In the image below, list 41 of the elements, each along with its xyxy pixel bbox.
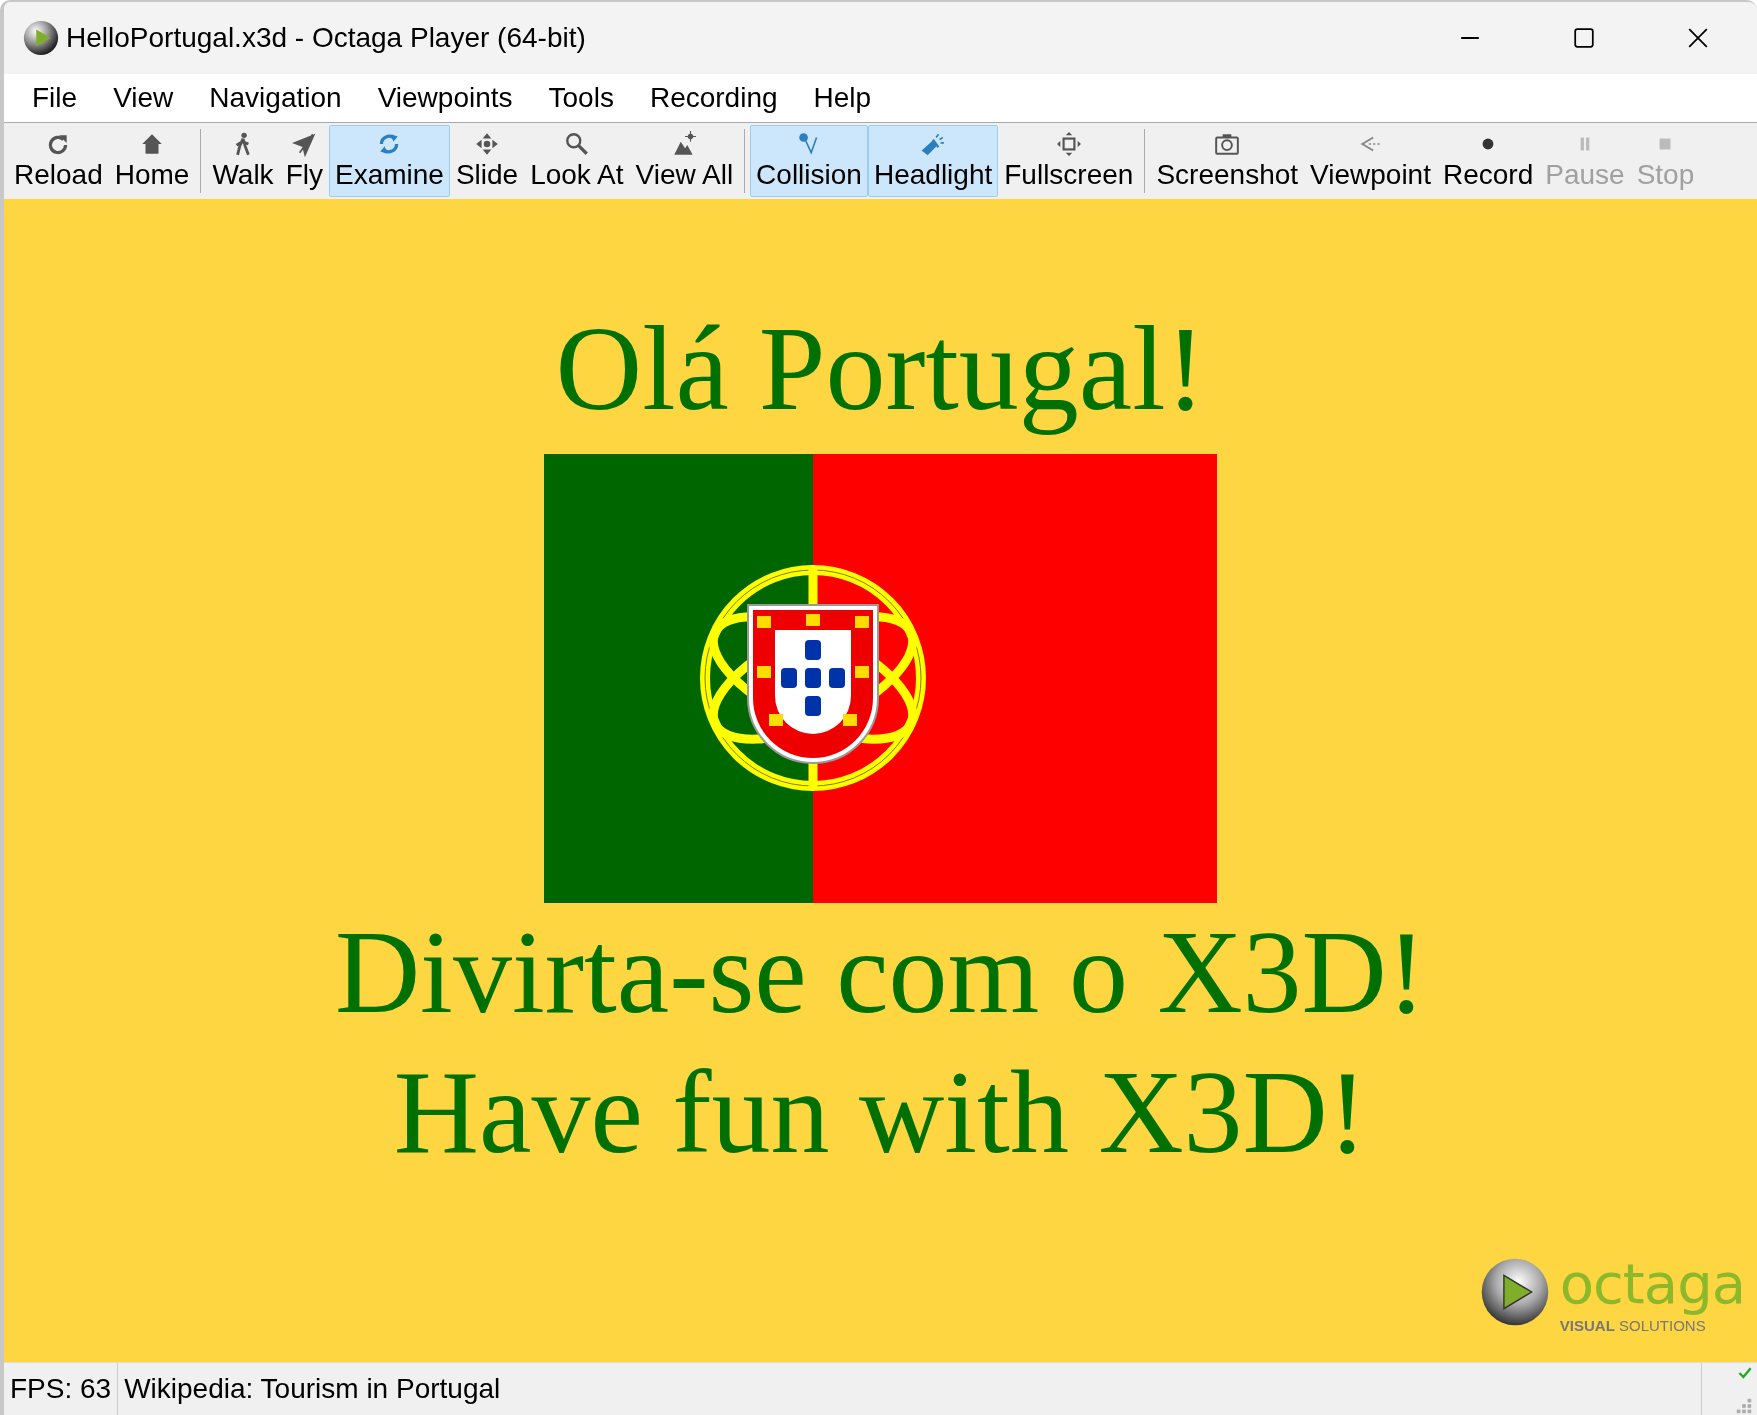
fullscreen-icon <box>1055 131 1082 157</box>
menu-item[interactable]: File <box>14 82 96 114</box>
app-logo-icon <box>22 19 60 57</box>
toolbar-button[interactable]: Examine <box>328 125 450 197</box>
maximize-icon[interactable] <box>1573 27 1595 49</box>
toolbar-button[interactable]: Slide <box>449 125 525 197</box>
toolbar-button[interactable]: Collision <box>750 125 868 197</box>
toolbar-button[interactable]: Fullscreen <box>998 125 1140 197</box>
menu-item[interactable]: View <box>95 82 192 114</box>
toolbar-button[interactable]: Look At <box>524 125 630 197</box>
headlight-icon <box>920 131 947 157</box>
menu-item[interactable]: Help <box>795 82 890 114</box>
toolbar-button[interactable]: Screenshot <box>1150 125 1305 197</box>
menu-item[interactable]: Tools <box>530 82 632 114</box>
toolbar-button[interactable]: Viewpoint <box>1304 125 1437 197</box>
toolbar-button[interactable]: Headlight <box>867 125 999 197</box>
fly-icon <box>291 131 318 157</box>
slide-icon <box>474 131 500 157</box>
toolbar-button[interactable]: Walk <box>206 125 280 197</box>
menu-item[interactable]: Navigation <box>191 82 360 114</box>
status-message: Wikipedia: Tourism in Portugal <box>123 1372 502 1406</box>
logo-wordmark: octaga <box>1559 1249 1745 1317</box>
menu-item[interactable]: Viewpoints <box>359 82 531 114</box>
toolbar-button[interactable]: Fly <box>279 125 329 197</box>
fps-counter: FPS: 63 <box>4 1363 119 1415</box>
resize-grip-icon[interactable] <box>1735 1397 1753 1415</box>
menu-item[interactable]: Recording <box>631 82 796 114</box>
check-icon <box>1737 1365 1753 1381</box>
screenshot-icon <box>1214 131 1241 157</box>
close-icon[interactable] <box>1687 27 1709 49</box>
scene-text: Divirta-se com o X3D! <box>334 906 1427 1040</box>
toolbar-button[interactable]: Home <box>108 125 196 197</box>
logo-tagline: VISUAL SOLUTIONS <box>1559 1317 1707 1334</box>
scene-text: Have fun with X3D! <box>393 1046 1368 1180</box>
toolbar-button[interactable]: View All <box>629 125 740 197</box>
window-title: HelloPortugal.x3d - Octaga Player (64-bit) <box>66 22 586 54</box>
lookat-icon <box>563 131 590 157</box>
toolbar-button[interactable]: Reload <box>8 125 109 197</box>
scene-heading: Olá Portugal! <box>555 301 1206 437</box>
toolbar-button[interactable]: Record <box>1436 125 1540 197</box>
viewall-icon <box>671 131 698 157</box>
